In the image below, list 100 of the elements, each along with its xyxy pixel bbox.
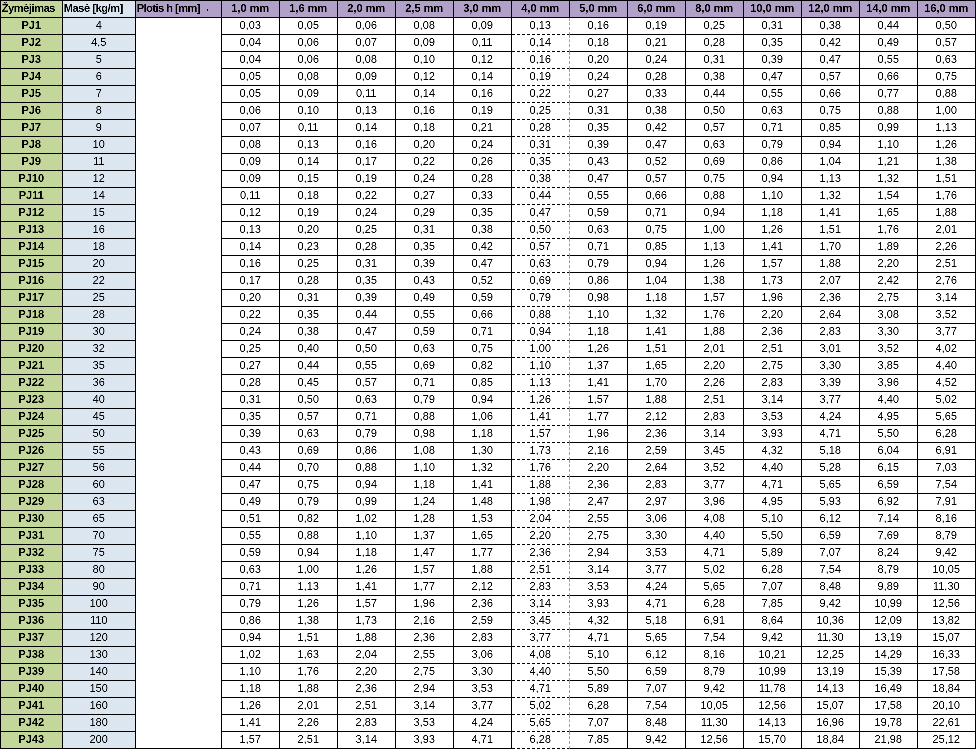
- table-cell: 0,33: [454, 188, 512, 205]
- table-cell: 0,43: [396, 273, 454, 290]
- table-cell: 1,00: [686, 222, 744, 239]
- table-cell: 0,18: [396, 120, 454, 137]
- table-cell: 1,76: [918, 188, 976, 205]
- table-cell: 3,14: [512, 596, 570, 613]
- table-cell: 8,79: [686, 664, 744, 681]
- column-header: 16,0 mm: [918, 1, 976, 18]
- table-cell: 2,83: [338, 715, 396, 732]
- table-cell: 0,24: [570, 69, 628, 86]
- table-cell: 3,45: [512, 613, 570, 630]
- table-cell: 0,63: [918, 52, 976, 69]
- table-cell: 0,38: [454, 222, 512, 239]
- table-cell: 1,26: [222, 698, 280, 715]
- table-cell: 6,15: [860, 460, 918, 477]
- table-cell: 1,00: [280, 562, 338, 579]
- table-cell: PJ8: [1, 137, 63, 154]
- table-cell: 9,42: [686, 681, 744, 698]
- table-cell: PJ11: [1, 188, 63, 205]
- table-cell: 8: [63, 103, 136, 120]
- table-cell: 1,88: [802, 256, 860, 273]
- table-cell: 2,75: [860, 290, 918, 307]
- table-cell: 0,31: [338, 256, 396, 273]
- table-cell: 4,32: [744, 443, 802, 460]
- table-cell: 3,30: [454, 664, 512, 681]
- table-cell: 0,88: [686, 188, 744, 205]
- table-cell: 5,50: [860, 426, 918, 443]
- table-cell: 0,09: [338, 69, 396, 86]
- table-cell: PJ1: [1, 18, 63, 35]
- table-cell: 2,36: [396, 630, 454, 647]
- table-cell: 1,00: [512, 341, 570, 358]
- table-cell: 0,55: [338, 358, 396, 375]
- table-cell: 1,32: [454, 460, 512, 477]
- table-cell: 0,59: [396, 324, 454, 341]
- table-cell: 0,98: [570, 290, 628, 307]
- table-cell: PJ43: [1, 732, 63, 749]
- table-cell: 2,83: [454, 630, 512, 647]
- table-cell: 1,21: [860, 154, 918, 171]
- table-cell: 0,70: [280, 460, 338, 477]
- table-cell: 1,76: [860, 222, 918, 239]
- table-cell: 0,86: [222, 613, 280, 630]
- table-cell: 1,41: [222, 715, 280, 732]
- table-cell: 4,95: [744, 494, 802, 511]
- table-cell: 0,85: [454, 375, 512, 392]
- table-cell: 0,11: [454, 35, 512, 52]
- table-cell: 2,20: [860, 256, 918, 273]
- column-header: 6,0 mm: [628, 1, 686, 18]
- table-cell: 0,44: [222, 460, 280, 477]
- table-cell: 0,07: [338, 35, 396, 52]
- table-cell: 0,28: [686, 35, 744, 52]
- table-cell: 3,53: [570, 579, 628, 596]
- table-cell: 50: [63, 426, 136, 443]
- table-cell: 150: [63, 681, 136, 698]
- table-cell: 0,09: [280, 86, 338, 103]
- table-cell: 12,56: [744, 698, 802, 715]
- table-cell: 4,02: [918, 341, 976, 358]
- table-cell: 2,16: [570, 443, 628, 460]
- table-cell: 5,02: [512, 698, 570, 715]
- table-cell: 6,91: [686, 613, 744, 630]
- table-cell: 56: [63, 460, 136, 477]
- table-cell: 2,51: [512, 562, 570, 579]
- table-cell: 3,96: [686, 494, 744, 511]
- table-cell: 2,55: [570, 511, 628, 528]
- table-cell: 1,96: [396, 596, 454, 613]
- table-cell: 0,71: [454, 324, 512, 341]
- table-cell: 0,04: [222, 35, 280, 52]
- table-cell: 0,79: [744, 137, 802, 154]
- table-cell: 0,31: [570, 103, 628, 120]
- table-cell: 0,16: [454, 86, 512, 103]
- table-cell: 2,59: [454, 613, 512, 630]
- table-cell: 2,26: [918, 239, 976, 256]
- table-cell: 20: [63, 256, 136, 273]
- table-cell: 1,88: [280, 681, 338, 698]
- table-cell: 0,55: [860, 52, 918, 69]
- table-cell: 1,13: [802, 171, 860, 188]
- table-cell: 19,78: [860, 715, 918, 732]
- table-cell: 3,06: [454, 647, 512, 664]
- table-cell: 3,30: [802, 358, 860, 375]
- table-cell: 3,53: [744, 409, 802, 426]
- table-cell: 2,83: [802, 324, 860, 341]
- table-cell: 0,05: [280, 18, 338, 35]
- table-cell: 2,51: [686, 392, 744, 409]
- table-cell: 5,18: [802, 443, 860, 460]
- table-cell: 3,06: [628, 511, 686, 528]
- table-cell: 0,35: [570, 120, 628, 137]
- table-cell: 0,24: [396, 171, 454, 188]
- table-cell: 2,36: [802, 290, 860, 307]
- table-cell: 0,08: [222, 137, 280, 154]
- table-cell: 0,13: [280, 137, 338, 154]
- table-cell: 13,82: [918, 613, 976, 630]
- table-cell: PJ39: [1, 664, 63, 681]
- table-cell: 22: [63, 273, 136, 290]
- table-cell: 0,71: [628, 205, 686, 222]
- table-cell: 4,71: [802, 426, 860, 443]
- table-cell: PJ19: [1, 324, 63, 341]
- table-cell: 3,14: [396, 698, 454, 715]
- table-cell: 0,35: [744, 35, 802, 52]
- column-header: 2,5 mm: [396, 1, 454, 18]
- table-cell: 1,77: [570, 409, 628, 426]
- table-cell: 4,24: [628, 579, 686, 596]
